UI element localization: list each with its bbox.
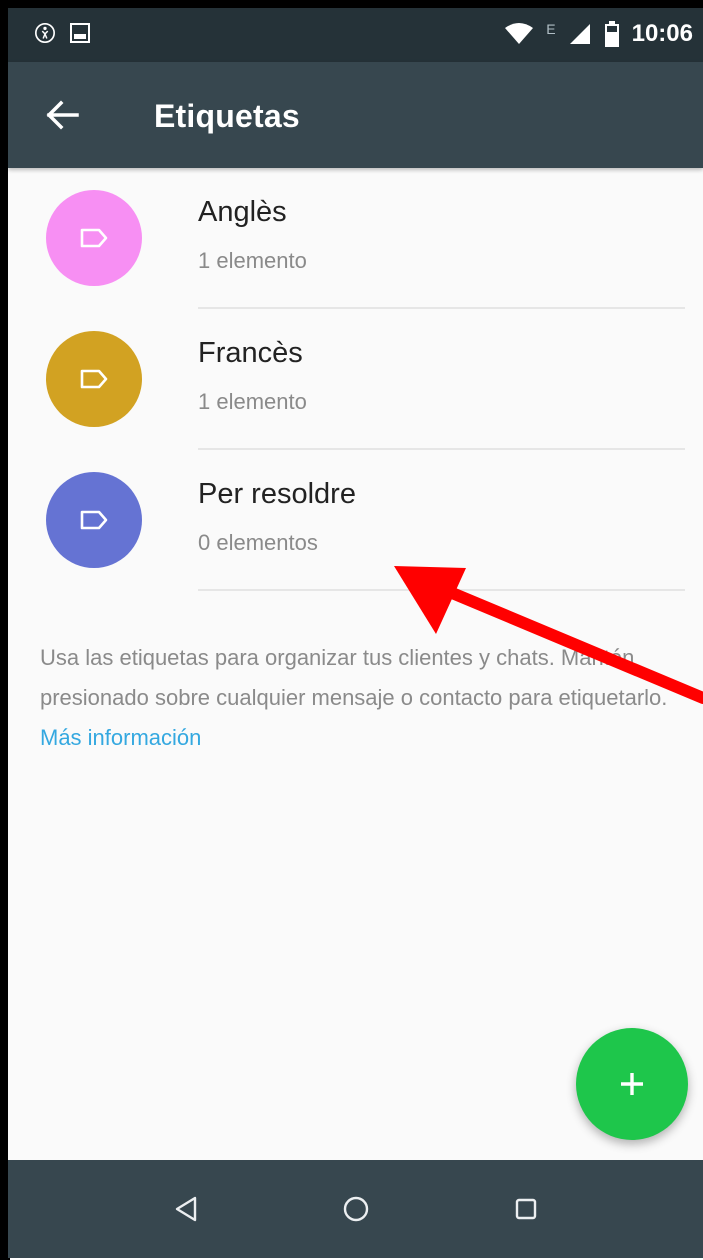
divider <box>198 589 685 591</box>
network-type-label: E <box>546 21 556 37</box>
image-icon <box>70 23 90 43</box>
arrow-left-icon <box>46 100 79 130</box>
list-item[interactable]: Per resoldre 0 elementos <box>8 450 703 591</box>
label-name: Anglès <box>198 196 287 228</box>
clock: 10:06 <box>631 20 693 47</box>
home-circle-icon <box>343 1196 368 1222</box>
status-left-icons <box>34 22 90 44</box>
back-button[interactable] <box>38 90 88 140</box>
battery-icon <box>604 21 619 47</box>
tag-icon <box>80 228 108 248</box>
nav-recents-button[interactable] <box>441 1160 611 1258</box>
list-item[interactable]: Anglès 1 elemento <box>8 168 703 309</box>
nav-back-button[interactable] <box>101 1160 271 1258</box>
nav-home-button[interactable] <box>271 1160 441 1258</box>
tag-icon <box>80 510 108 530</box>
plus-icon <box>621 1073 643 1095</box>
add-label-button[interactable] <box>576 1028 688 1140</box>
app-bar: Etiquetas <box>8 62 703 168</box>
wifi-icon <box>505 23 534 44</box>
system-nav-bar <box>8 1160 703 1258</box>
phone-screen: E 10:06 Etiquetas Anglès 1 elemento Fran… <box>8 8 703 1258</box>
label-name: Per resoldre <box>198 478 356 510</box>
label-count: 0 elementos <box>198 530 318 555</box>
status-right-icons: E 10:06 <box>504 20 693 48</box>
tag-icon <box>80 369 108 389</box>
list-item[interactable]: Francès 1 elemento <box>8 309 703 450</box>
label-avatar <box>46 331 142 427</box>
label-avatar <box>46 190 142 286</box>
status-bar: E 10:06 <box>8 8 703 62</box>
labels-info-text: Usa las etiquetas para organizar tus cli… <box>40 638 700 758</box>
info-description: Usa las etiquetas para organizar tus cli… <box>40 645 668 710</box>
back-triangle-icon <box>175 1196 196 1222</box>
label-list: Anglès 1 elemento Francès 1 elemento Per… <box>8 168 703 591</box>
page-title: Etiquetas <box>154 98 300 134</box>
label-count: 1 elemento <box>198 248 307 273</box>
recents-square-icon <box>515 1198 536 1220</box>
label-avatar <box>46 472 142 568</box>
accessibility-icon <box>35 23 55 43</box>
more-info-link[interactable]: Más información <box>40 725 201 750</box>
label-name: Francès <box>198 337 303 369</box>
label-count: 1 elemento <box>198 389 307 414</box>
signal-icon <box>569 24 590 44</box>
